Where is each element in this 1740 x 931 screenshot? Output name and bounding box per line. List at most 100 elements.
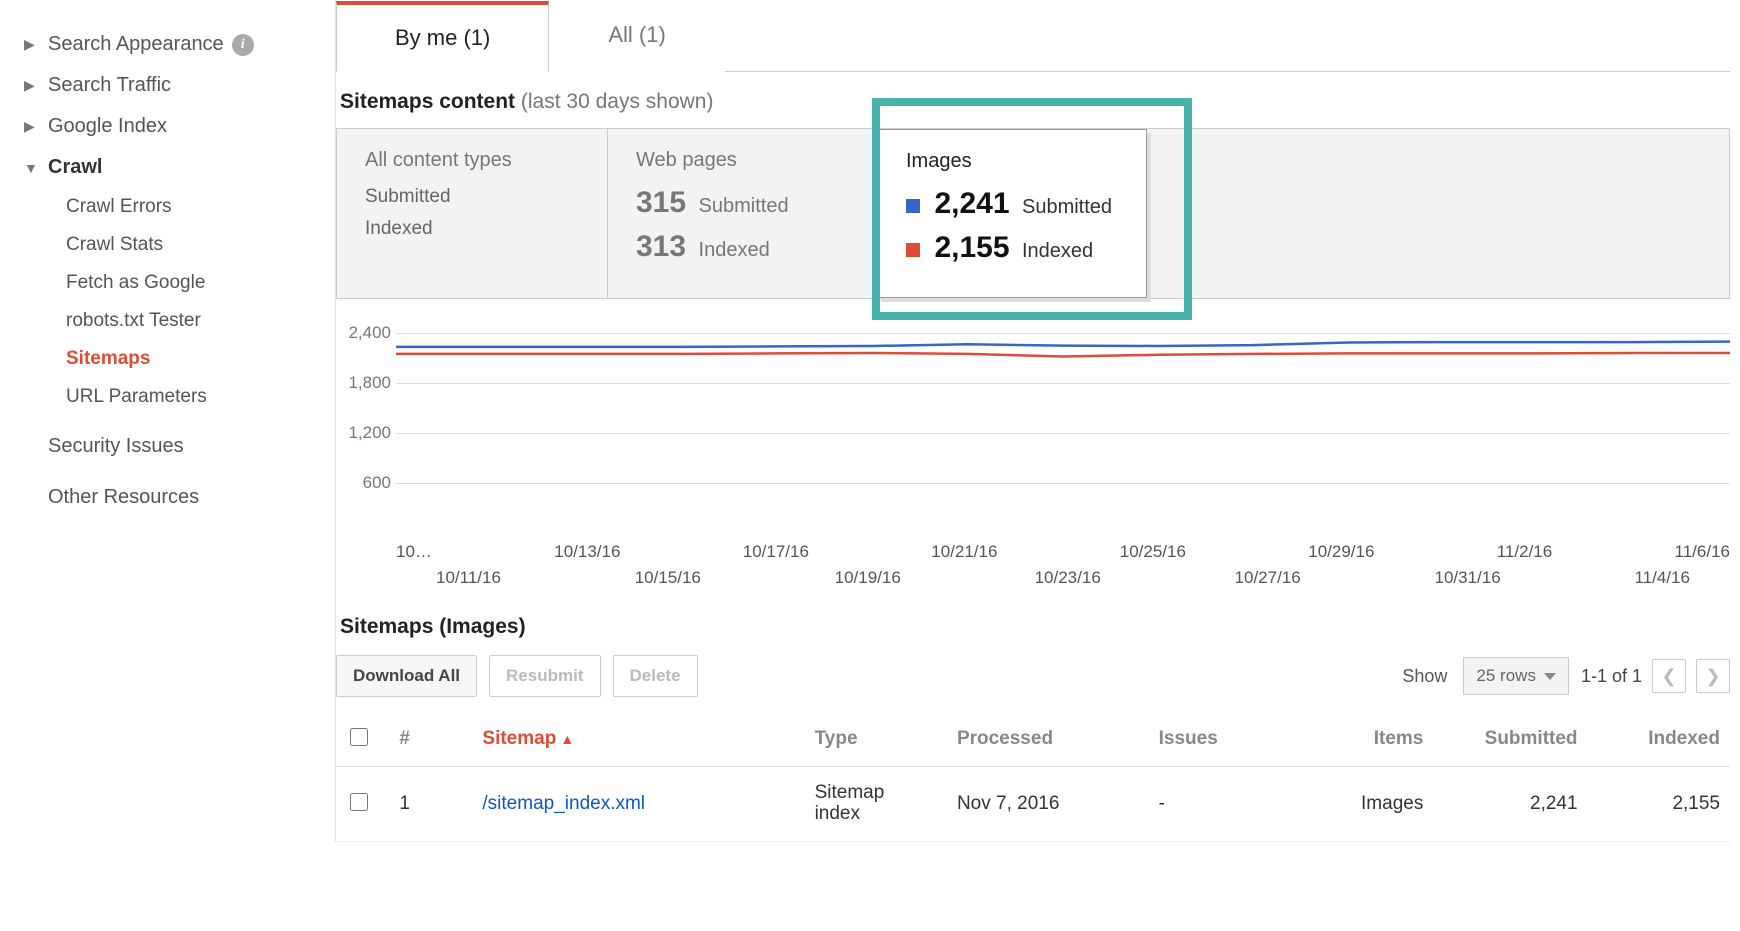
sidebar-item-label: Search Traffic xyxy=(48,74,171,97)
legend-swatch-indexed xyxy=(906,243,920,257)
sidebar: ▶ Search Appearance i ▶ Search Traffic ▶… xyxy=(0,0,335,842)
chart-svg xyxy=(396,327,1730,537)
metric-label: Submitted xyxy=(1022,196,1112,218)
sidebar-item-robots-tester[interactable]: robots.txt Tester xyxy=(24,302,325,340)
tabs: By me (1) All (1) xyxy=(336,0,1730,72)
content-type-cards: All content types Submitted Indexed Web … xyxy=(336,128,1730,299)
next-page-button[interactable]: ❯ xyxy=(1696,659,1730,693)
chart-x-tick: 10/23/16 xyxy=(1035,568,1101,588)
rows-per-page-dropdown[interactable]: 25 rows xyxy=(1463,657,1569,695)
table-row[interactable]: 1/sitemap_index.xmlSitemapindexNov 7, 20… xyxy=(336,767,1730,842)
legend-swatch-submitted xyxy=(906,199,920,213)
chart-x-tick: 10/21/16 xyxy=(931,542,997,562)
chart-x-tick: 10/15/16 xyxy=(635,568,701,588)
chart-x-tick: 10/19/16 xyxy=(835,568,901,588)
sidebar-item-security-issues[interactable]: Security Issues xyxy=(24,426,325,467)
download-all-button[interactable]: Download All xyxy=(336,655,477,697)
prev-page-button[interactable]: ❮ xyxy=(1652,659,1686,693)
chart-x-tick: 10… xyxy=(396,542,432,562)
resubmit-button[interactable]: Resubmit xyxy=(489,655,600,697)
sidebar-item-label: Google Index xyxy=(48,115,167,138)
sidebar-item-crawl-errors[interactable]: Crawl Errors xyxy=(24,188,325,226)
row-checkbox[interactable] xyxy=(350,793,368,811)
heading-text: Sitemaps content xyxy=(340,90,515,113)
pagination: 1-1 of 1 ❮ ❯ xyxy=(1581,659,1730,693)
pagination-range: 1-1 of 1 xyxy=(1581,666,1642,687)
sidebar-item-crawl[interactable]: ▼ Crawl xyxy=(24,147,325,188)
chart-x-tick: 10/11/16 xyxy=(436,568,501,588)
sitemaps-images-heading: Sitemaps (Images) xyxy=(340,615,1730,639)
metric-value: 313 xyxy=(636,230,686,264)
sidebar-item-label: Other Resources xyxy=(48,486,199,509)
card-all-content-types[interactable]: All content types Submitted Indexed xyxy=(337,129,607,298)
cell-processed: Nov 7, 2016 xyxy=(947,767,1149,842)
table-toolbar: Download All Resubmit Delete Show 25 row… xyxy=(336,655,1730,697)
col-items[interactable]: Items xyxy=(1303,711,1434,767)
sidebar-item-other-resources[interactable]: Other Resources xyxy=(24,477,325,518)
sort-asc-icon: ▲ xyxy=(560,731,574,747)
heading-muted: (last 30 days shown) xyxy=(521,90,714,113)
tab-by-me[interactable]: By me (1) xyxy=(336,1,549,72)
sidebar-item-url-parameters[interactable]: URL Parameters xyxy=(24,378,325,416)
chart-x-tick: 10/17/16 xyxy=(743,542,809,562)
sidebar-item-search-traffic[interactable]: ▶ Search Traffic xyxy=(24,65,325,106)
chevron-down-icon: ▼ xyxy=(24,160,42,176)
chevron-right-icon: ▶ xyxy=(24,118,42,135)
chart-series-line xyxy=(396,353,1730,357)
sidebar-item-search-appearance[interactable]: ▶ Search Appearance i xyxy=(24,24,325,65)
chart-x-tick: 10/29/16 xyxy=(1308,542,1374,562)
col-processed[interactable]: Processed xyxy=(947,711,1149,767)
metric-value: 315 xyxy=(636,186,686,220)
col-issues[interactable]: Issues xyxy=(1149,711,1303,767)
card-row-label: Submitted xyxy=(365,186,451,207)
metric-label: Submitted xyxy=(699,195,789,217)
tab-all[interactable]: All (1) xyxy=(549,1,724,72)
cell-items: Images xyxy=(1303,767,1434,842)
cell-indexed: 2,155 xyxy=(1588,767,1730,842)
sitemap-link[interactable]: /sitemap_index.xml xyxy=(482,793,645,814)
info-icon[interactable]: i xyxy=(232,34,254,56)
card-web-pages[interactable]: Web pages 315 Submitted 313 Indexed xyxy=(607,129,877,298)
sidebar-item-label: Search Appearance xyxy=(48,33,224,56)
select-all-checkbox[interactable] xyxy=(350,728,368,746)
sitemaps-content-heading: Sitemaps content (last 30 days shown) xyxy=(336,72,1730,128)
chevron-right-icon: ▶ xyxy=(24,77,42,94)
chart-y-tick: 1,800 xyxy=(336,373,391,393)
cell-index: 1 xyxy=(389,767,472,842)
col-indexed[interactable]: Indexed xyxy=(1588,711,1730,767)
delete-button[interactable]: Delete xyxy=(613,655,698,697)
sidebar-item-crawl-stats[interactable]: Crawl Stats xyxy=(24,226,325,264)
chart-y-tick: 2,400 xyxy=(336,323,391,343)
col-sitemap[interactable]: Sitemap▲ xyxy=(472,711,804,767)
cell-submitted: 2,241 xyxy=(1433,767,1587,842)
card-images[interactable]: Images 2,241 Submitted 2,155 Indexed xyxy=(877,129,1147,298)
sitemaps-table: # Sitemap▲ Type Processed Issues Items S… xyxy=(336,711,1730,842)
chart-x-tick: 11/6/16 xyxy=(1675,542,1730,562)
chart-y-tick: 600 xyxy=(336,473,391,493)
table-header-row: # Sitemap▲ Type Processed Issues Items S… xyxy=(336,711,1730,767)
sidebar-item-google-index[interactable]: ▶ Google Index xyxy=(24,106,325,147)
card-header: Web pages xyxy=(636,149,849,172)
sidebar-item-sitemaps[interactable]: Sitemaps xyxy=(24,340,325,378)
metric-value: 2,155 xyxy=(934,231,1009,265)
card-header: All content types xyxy=(365,149,579,172)
chevron-right-icon: ▶ xyxy=(24,36,42,53)
rows-value: 25 rows xyxy=(1476,666,1536,686)
chart-x-tick: 10/25/16 xyxy=(1120,542,1186,562)
col-submitted[interactable]: Submitted xyxy=(1433,711,1587,767)
chart-y-tick: 1,200 xyxy=(336,423,391,443)
main-content: By me (1) All (1) Sitemaps content (last… xyxy=(335,0,1740,842)
chart-x-tick: 10/31/16 xyxy=(1435,568,1501,588)
sidebar-item-fetch-as-google[interactable]: Fetch as Google xyxy=(24,264,325,302)
metric-value: 2,241 xyxy=(934,187,1009,221)
cell-sitemap: /sitemap_index.xml xyxy=(472,767,804,842)
chart-x-tick: 10/13/16 xyxy=(554,542,620,562)
card-row-label: Indexed xyxy=(365,218,433,239)
metric-label: Indexed xyxy=(699,239,770,261)
col-type[interactable]: Type xyxy=(805,711,947,767)
chart-series-line xyxy=(396,342,1730,347)
sidebar-item-label: Security Issues xyxy=(48,435,184,458)
col-index[interactable]: # xyxy=(389,711,472,767)
timeseries-chart: 2,4001,8001,200600 10…10/13/1610/17/1610… xyxy=(336,327,1730,587)
sidebar-item-label: Crawl xyxy=(48,156,102,179)
